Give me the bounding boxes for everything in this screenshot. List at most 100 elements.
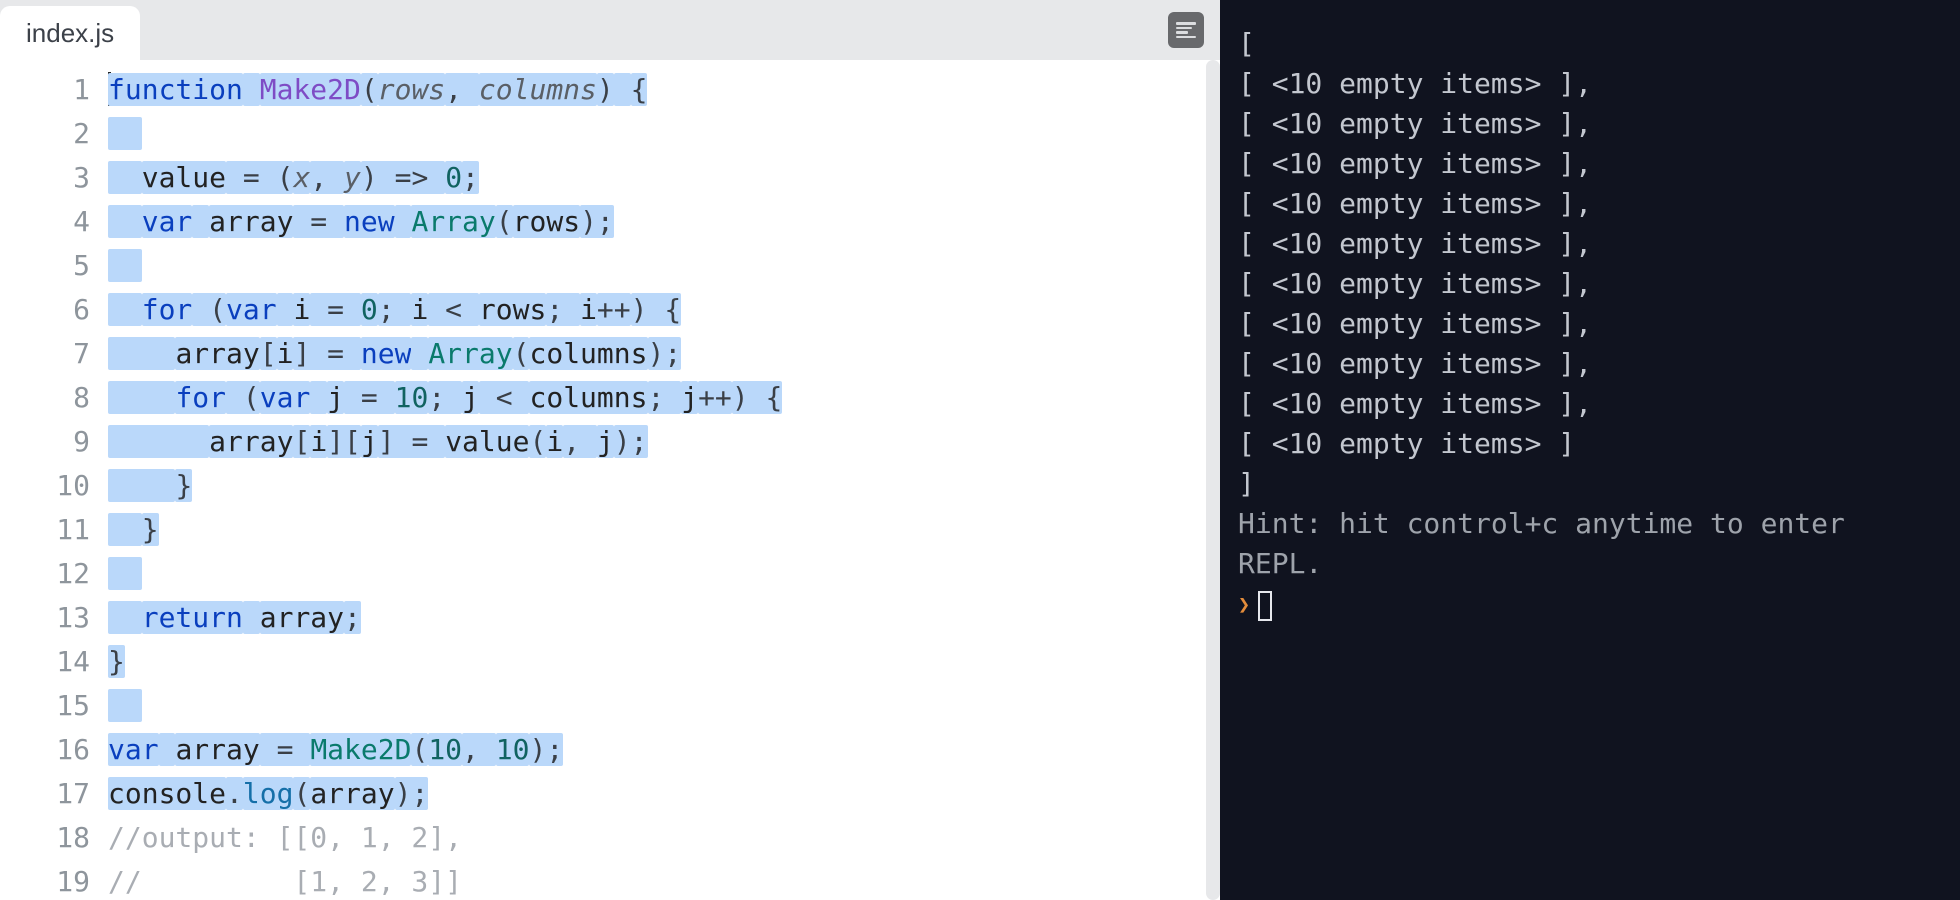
code-line[interactable]: var array = new Array(rows); <box>108 200 1220 244</box>
token: ); <box>395 777 429 810</box>
code-line[interactable] <box>108 684 1220 728</box>
line-number: 13 <box>0 596 90 640</box>
token: ( <box>529 425 546 458</box>
token: Array <box>411 205 495 238</box>
tab-bar: index.js <box>0 0 1220 60</box>
code-line[interactable]: // [1, 2, 3]] <box>108 860 1220 900</box>
token: var <box>108 733 159 766</box>
code-line[interactable]: } <box>108 464 1220 508</box>
token: new <box>361 337 412 370</box>
code-line[interactable] <box>108 244 1220 288</box>
code-line[interactable]: //output: [[0, 1, 2], <box>108 816 1220 860</box>
terminal-line: [ <10 empty items> ], <box>1238 224 1942 264</box>
token: columns <box>479 73 597 106</box>
code-line[interactable]: } <box>108 640 1220 684</box>
token <box>310 381 327 414</box>
token: i <box>580 293 597 326</box>
token <box>108 513 142 546</box>
code-line[interactable]: return array; <box>108 596 1220 640</box>
terminal-line: [ <10 empty items> ], <box>1238 104 1942 144</box>
token: Make2D <box>260 73 361 106</box>
token: ( <box>513 337 530 370</box>
token: j <box>361 425 378 458</box>
token <box>243 601 260 634</box>
line-number: 4 <box>0 200 90 244</box>
line-number: 17 <box>0 772 90 816</box>
token: [ <box>293 425 310 458</box>
token: // [1, 2, 3]] <box>108 865 462 898</box>
token: } <box>108 645 125 678</box>
line-number: 7 <box>0 332 90 376</box>
token <box>108 689 142 722</box>
code-line[interactable]: array[i] = new Array(columns); <box>108 332 1220 376</box>
code-line[interactable]: console.log(array); <box>108 772 1220 816</box>
token: array <box>209 425 293 458</box>
terminal-line: [ <10 empty items> ], <box>1238 344 1942 384</box>
code-content[interactable]: function Make2D(rows, columns) { value =… <box>108 60 1220 900</box>
token: ( <box>361 73 378 106</box>
code-line[interactable]: for (var j = 10; j < columns; j++) { <box>108 376 1220 420</box>
terminal-line: [ <box>1238 24 1942 64</box>
token: array <box>175 733 259 766</box>
token: 10 <box>428 733 462 766</box>
editor-pane: index.js 12345678910111213141516171819 f… <box>0 0 1220 900</box>
token <box>108 117 142 150</box>
token: < <box>479 381 530 414</box>
token <box>395 205 412 238</box>
token <box>108 601 142 634</box>
token: 10 <box>496 733 530 766</box>
token: value <box>142 161 226 194</box>
token: for <box>142 293 193 326</box>
code-line[interactable]: array[i][j] = value(i, j); <box>108 420 1220 464</box>
code-line[interactable] <box>108 552 1220 596</box>
vertical-scrollbar[interactable] <box>1206 60 1220 900</box>
token: array <box>260 601 344 634</box>
token: < <box>428 293 479 326</box>
token: ; <box>546 293 580 326</box>
token <box>108 293 142 326</box>
code-line[interactable]: for (var i = 0; i < rows; i++) { <box>108 288 1220 332</box>
token: ; <box>462 161 479 194</box>
line-number: 8 <box>0 376 90 420</box>
token: //output: [[0, 1, 2], <box>108 821 479 854</box>
code-editor[interactable]: 12345678910111213141516171819 function M… <box>0 60 1220 900</box>
code-line[interactable] <box>108 112 1220 156</box>
line-number: 18 <box>0 816 90 860</box>
token: function <box>108 73 243 106</box>
token: j <box>597 425 614 458</box>
code-line[interactable]: var array = Make2D(10, 10); <box>108 728 1220 772</box>
token: ][ <box>327 425 361 458</box>
line-number: 12 <box>0 552 90 596</box>
token: { <box>631 73 648 106</box>
terminal-prompt-line[interactable]: ❯ <box>1238 584 1942 626</box>
token: [ <box>260 337 277 370</box>
line-number: 5 <box>0 244 90 288</box>
token <box>108 469 175 502</box>
code-line[interactable]: function Make2D(rows, columns) { <box>108 68 1220 112</box>
token: columns <box>529 381 647 414</box>
tab-index-js[interactable]: index.js <box>0 6 140 61</box>
token: j <box>681 381 698 414</box>
line-number: 10 <box>0 464 90 508</box>
token: log <box>243 777 294 810</box>
format-icon[interactable] <box>1168 12 1204 48</box>
token: = <box>310 293 361 326</box>
token: var <box>142 205 193 238</box>
code-line[interactable]: } <box>108 508 1220 552</box>
token <box>192 205 209 238</box>
token: ); <box>529 733 563 766</box>
token: rows <box>513 205 580 238</box>
token: i <box>546 425 563 458</box>
terminal-line: [ <10 empty items> ], <box>1238 264 1942 304</box>
token: = ( <box>226 161 293 194</box>
token: x <box>293 161 310 194</box>
token <box>108 381 175 414</box>
token: ); <box>614 425 648 458</box>
code-line[interactable]: value = (x, y) => 0; <box>108 156 1220 200</box>
line-number: 14 <box>0 640 90 684</box>
token <box>108 161 142 194</box>
terminal-cursor <box>1258 591 1272 621</box>
token: 0 <box>445 161 462 194</box>
line-number: 3 <box>0 156 90 200</box>
terminal-pane[interactable]: [ [ <10 empty items> ], [ <10 empty item… <box>1220 0 1960 900</box>
